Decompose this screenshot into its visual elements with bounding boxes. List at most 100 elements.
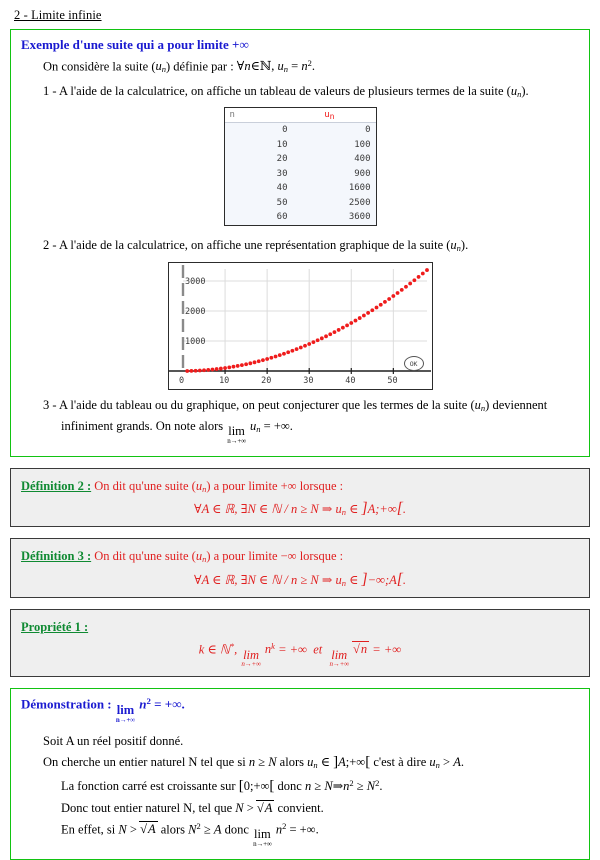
definition-3-header: Définition 3 : On dit qu'une suite (un) …	[21, 547, 579, 565]
data-point	[281, 351, 286, 356]
table-cell-n: 10	[276, 139, 288, 150]
x-axis-tick-label: 30	[303, 376, 313, 386]
data-point	[374, 305, 378, 310]
data-point	[201, 368, 206, 373]
grid-lines	[182, 269, 427, 372]
demo-line-5-text-a: En effet, si	[61, 821, 119, 836]
data-point	[193, 368, 198, 373]
y-axis: 1000 2000 3000	[181, 265, 205, 372]
limit-operator: lim n→+∞	[253, 827, 272, 848]
example-intro-text-b: définie par :	[170, 59, 237, 74]
table-cell-n: 50	[276, 197, 288, 208]
sequence-symbol: (un)	[151, 59, 171, 75]
calculator-table-wrapper: n un 0 0 10 100 20 400 30 900 40 1600 50 2500 60 3600	[21, 107, 579, 226]
sequence-symbol: (un)	[191, 549, 211, 565]
data-point	[302, 343, 307, 348]
page-title: 2 - Limite infinie	[14, 8, 102, 22]
definition-2-box: Définition 2 : On dit qu'une suite (un) …	[10, 467, 590, 528]
data-point	[247, 361, 252, 366]
sequence-symbol: (un)	[470, 398, 490, 414]
data-point	[353, 318, 357, 323]
step3-limit-value: = +∞.	[263, 418, 293, 433]
definition-3-text-a: On dit qu'une suite	[91, 549, 192, 564]
table-cell-un: 3600	[348, 212, 371, 223]
step1-text: 1 - A l'aide de la calculatrice, on affi…	[43, 83, 507, 98]
propriete-1-formula: k ∈ ℕ*, lim n→+∞ nk = +∞ et lim n→+∞ √n = …	[198, 640, 402, 668]
data-point	[235, 364, 240, 368]
x-axis-tick-label: 0	[179, 376, 184, 386]
data-point	[218, 366, 223, 371]
definition-3-formula: ∀A ∈ ℝ, ∃N ∈ ℕ / n ≥ N ⇒ un ∈ ]−∞;A[.	[194, 570, 406, 588]
data-point	[264, 357, 269, 361]
example-step-1: 1 - A l'aide de la calculatrice, on affi…	[43, 83, 529, 99]
data-point	[277, 353, 282, 358]
example-intro-text-a: On considère la suite	[43, 59, 152, 74]
data-point	[252, 360, 256, 365]
data-point	[260, 358, 265, 363]
data-point	[184, 369, 189, 373]
table-row: 50 2500	[225, 196, 376, 211]
data-point	[226, 365, 231, 370]
square-root: √A	[139, 820, 158, 836]
square-root: √A	[255, 800, 275, 816]
demonstration-title-limit: = +∞.	[154, 696, 185, 712]
data-point	[395, 291, 399, 295]
table-row: 30 900	[225, 167, 376, 182]
limit-operator: lim n→+∞	[329, 647, 350, 668]
table-header-row: n un	[224, 108, 376, 124]
demo-line-2-text-a: On cherche un entier naturel N tel que s…	[43, 754, 249, 769]
x-axis-tick-label: 40	[345, 376, 355, 386]
data-point	[378, 302, 383, 307]
data-point	[340, 325, 345, 330]
data-point	[256, 359, 261, 364]
calculator-graph-wrapper: 1000 2000 3000 0 10 20 30 40 50 OK	[21, 262, 579, 391]
data-point	[197, 368, 202, 373]
example-intro: On considère la suite (un) définie par :…	[43, 57, 579, 76]
demo-line-4-text-b: convient.	[274, 801, 324, 816]
definition-2-text-b: a pour limite +∞ lorsque :	[210, 478, 344, 493]
table-cell-n: 0	[282, 125, 288, 136]
table-row: 00	[225, 123, 376, 138]
propriete-1-header: Propriété 1 :	[21, 618, 579, 636]
table-cell-n: 60	[276, 212, 288, 223]
y-axis-tick-label: 3000	[185, 277, 205, 287]
propriete-1-box: Propriété 1 : k ∈ ℕ*, lim n→+∞ nk = +∞ et…	[10, 608, 590, 677]
data-point	[336, 328, 341, 332]
data-point	[365, 311, 370, 315]
data-point	[273, 354, 277, 359]
data-point	[403, 284, 408, 289]
calculator-table: n un 0 0 10 100 20 400 30 900 40 1600 50 2500 60 3600	[223, 107, 377, 226]
data-point	[315, 338, 320, 343]
table-cell-un: 400	[354, 154, 371, 165]
data-point	[369, 308, 374, 313]
limit-operator: lim n→+∞	[115, 703, 135, 724]
example-definition-formula: ∀n∈ℕ, un = n2.	[236, 58, 315, 75]
step2-text: 2 - A l'aide de la calculatrice, on affi…	[43, 237, 447, 252]
data-points	[184, 268, 429, 373]
data-point	[306, 342, 311, 346]
data-point	[332, 330, 336, 335]
definition-2-title: Définition 2 :	[21, 478, 92, 493]
data-point	[420, 271, 425, 276]
data-point	[386, 297, 391, 301]
table-row: 40 1600	[225, 181, 376, 196]
data-point	[298, 345, 303, 350]
data-point	[294, 347, 298, 352]
graph-ok-button[interactable]: OK	[403, 356, 424, 372]
data-point	[319, 336, 324, 341]
limit-operator: lim n→+∞	[241, 647, 261, 668]
table-cell-n: 30	[276, 168, 288, 179]
data-point	[214, 367, 219, 372]
table-cell-un: 100	[354, 139, 371, 150]
data-point	[205, 368, 210, 372]
calculator-graph: 1000 2000 3000 0 10 20 30 40 50 OK	[167, 262, 433, 391]
table-row: 10 100	[225, 138, 376, 153]
demo-line-2-text-c: c'est à dire	[370, 754, 430, 769]
example-step-3-cont: infiniment grands. On note alors lim n→+∞…	[61, 418, 293, 445]
data-point	[399, 288, 404, 292]
data-point	[243, 362, 248, 367]
limit-operator: lim n→+∞	[227, 424, 246, 445]
table-cell-n: 40	[276, 183, 288, 194]
demo-line-1-text: Soit A un réel positif donné.	[43, 733, 184, 748]
table-cell-un: 0	[365, 125, 371, 136]
